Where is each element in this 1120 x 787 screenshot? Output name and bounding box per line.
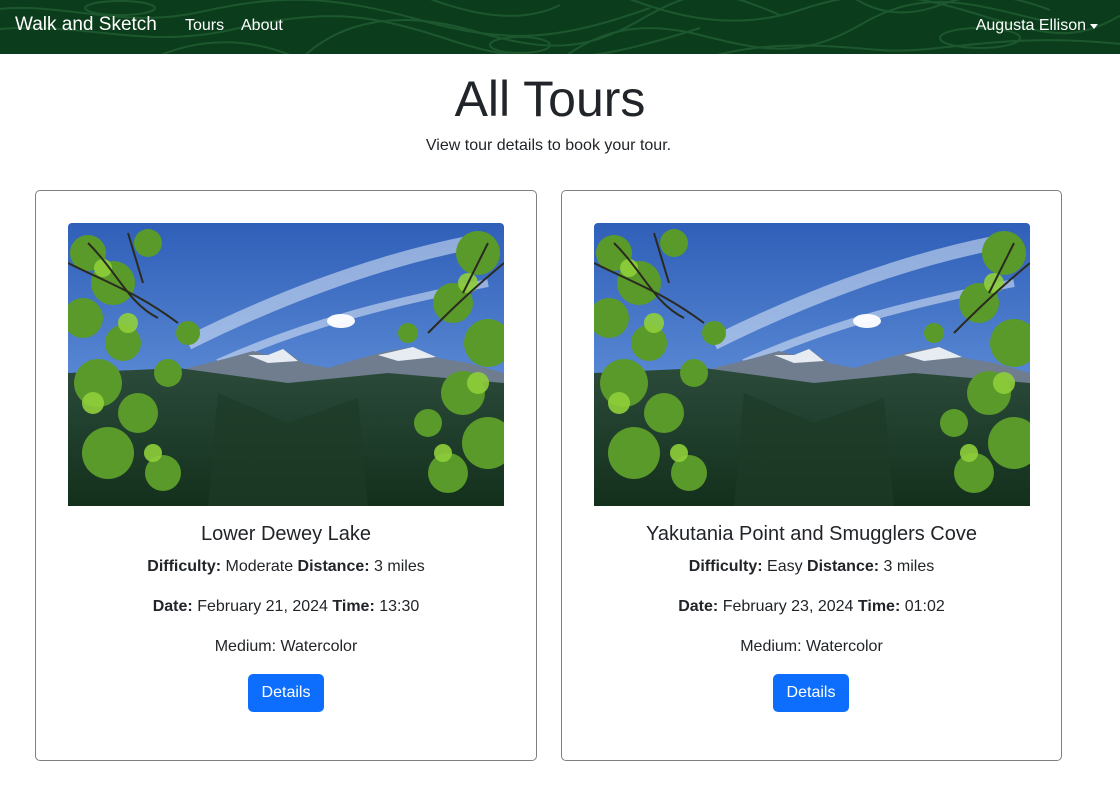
tour-difficulty-distance: Difficulty: Easy Distance: 3 miles <box>562 558 1061 576</box>
date-label: Date: <box>678 598 719 615</box>
date-value: February 21, 2024 <box>197 598 328 615</box>
page-subtitle: View tour details to book your tour. <box>425 137 672 154</box>
details-button[interactable]: Details <box>248 674 324 712</box>
tour-title: Lower Dewey Lake <box>200 523 372 545</box>
page-title: All Tours <box>454 71 646 127</box>
details-button[interactable]: Details <box>773 674 849 712</box>
time-label: Time: <box>332 598 375 615</box>
tour-medium: Medium: Watercolor <box>740 638 883 655</box>
difficulty-label: Difficulty: <box>147 558 222 575</box>
chevron-down-icon <box>1090 23 1098 29</box>
user-name: Augusta Ellison <box>975 17 1086 34</box>
date-value: February 23, 2024 <box>722 598 854 615</box>
difficulty-label: Difficulty: <box>688 558 763 575</box>
tour-date-time: Date: February 21, 2024 Time: 13:30 <box>36 598 536 616</box>
brand-link[interactable]: Walk and Sketch <box>15 14 157 36</box>
distance-value: 3 miles <box>883 558 935 575</box>
difficulty-value: Moderate <box>225 558 294 575</box>
tour-image <box>594 223 1030 506</box>
distance-label: Distance: <box>807 558 880 575</box>
distance-label: Distance: <box>297 558 370 575</box>
nav-link-tours[interactable]: Tours <box>185 17 224 35</box>
time-label: Time: <box>857 598 901 615</box>
distance-value: 3 miles <box>374 558 425 575</box>
tour-card: Lower Dewey Lake Difficulty: Moderate Di… <box>35 190 537 761</box>
tour-medium: Medium: Watercolor <box>214 638 358 655</box>
user-menu-dropdown[interactable]: Augusta Ellison <box>976 17 1098 35</box>
date-label: Date: <box>152 598 193 615</box>
navbar: Walk and Sketch Tours About Augusta Elli… <box>0 0 1120 54</box>
tour-difficulty-distance: Difficulty: Moderate Distance: 3 miles <box>36 558 536 576</box>
time-value: 13:30 <box>379 598 420 615</box>
tour-title: Yakutania Point and Smugglers Cove <box>646 523 977 545</box>
nav-link-about[interactable]: About <box>241 17 283 35</box>
topographic-background <box>0 0 1120 54</box>
difficulty-value: Easy <box>767 558 803 575</box>
tour-card: Yakutania Point and Smugglers Cove Diffi… <box>561 190 1062 761</box>
time-value: 01:02 <box>904 598 945 615</box>
tour-date-time: Date: February 23, 2024 Time: 01:02 <box>562 598 1061 616</box>
tour-image <box>68 223 504 506</box>
